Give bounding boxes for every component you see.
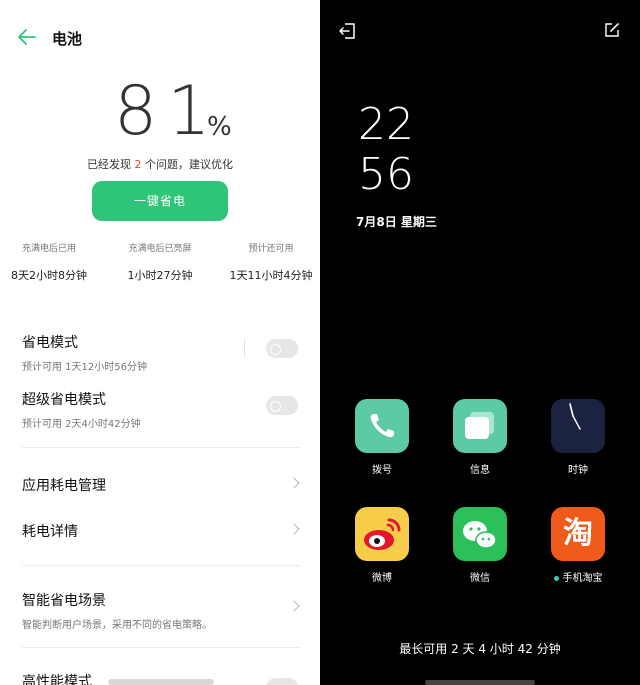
- divider: [22, 647, 300, 648]
- super-saving-toggle[interactable]: [266, 396, 298, 415]
- phone-icon: [355, 399, 409, 453]
- stat-screen-on: 充满电后已亮屏 1小时27分钟: [105, 241, 215, 283]
- power-saving-label: 省电模式: [22, 335, 78, 351]
- back-arrow-icon[interactable]: [17, 28, 37, 46]
- smart-scene-row[interactable]: 智能省电场景 智能判断用户场景，采用不同的省电策略。: [22, 590, 300, 631]
- stat-label: 充满电后已用: [21, 244, 76, 254]
- app-label: 微博: [372, 573, 392, 584]
- super-saving-launcher: 22 56 7月8日 星期三 拨号 信息 时钟 微博 微信 淘 手机淘宝 最长可…: [320, 0, 640, 685]
- super-saving-label: 超级省电模式: [22, 392, 106, 408]
- app-label-row: 手机淘宝: [543, 569, 613, 584]
- issue-suffix: 个问题，建议优化: [145, 158, 233, 171]
- stat-label: 预计还可用: [248, 244, 294, 254]
- battery-percentage: 81 %: [0, 72, 320, 152]
- app-label: 信息: [470, 465, 490, 476]
- super-saving-row[interactable]: 超级省电模式 预计可用 2天4小时42分钟: [22, 389, 300, 430]
- app-label: 拨号: [372, 465, 392, 476]
- battery-percent-symbol: %: [207, 112, 232, 142]
- smart-scene-desc: 智能判断用户场景，采用不同的省电策略。: [22, 620, 212, 631]
- stat-label: 充满电后已亮屏: [128, 244, 192, 254]
- stat-remaining: 预计还可用 1天11小时4分钟: [216, 241, 320, 283]
- page-title: 电池: [52, 30, 83, 48]
- app-usage-row[interactable]: 应用耗电管理: [22, 475, 300, 495]
- issue-summary: 已经发现 2 个问题，建议优化: [0, 156, 320, 172]
- taobao-icon: 淘: [551, 507, 605, 561]
- divider: [22, 447, 300, 448]
- clock-hour: 22: [358, 99, 414, 150]
- super-saving-estimate: 预计可用 2天4小时42分钟: [22, 419, 141, 430]
- clock-display: 22 56: [358, 100, 414, 200]
- weibo-icon: [355, 507, 409, 561]
- power-saving-toggle[interactable]: [266, 339, 298, 358]
- app-clock[interactable]: 时钟: [543, 399, 613, 476]
- app-phone[interactable]: 拨号: [347, 399, 417, 476]
- app-taobao[interactable]: 淘 手机淘宝: [543, 507, 613, 584]
- battery-settings-screen: 电池 81 % 已经发现 2 个问题，建议优化 一键省电 充满电后已用 8天2小…: [0, 0, 320, 685]
- row-separator: [244, 338, 245, 358]
- gesture-bar: [425, 680, 535, 685]
- battery-percent-value: 81: [114, 72, 221, 151]
- edit-icon[interactable]: [604, 22, 620, 38]
- app-usage-label: 应用耗电管理: [22, 478, 106, 494]
- stat-used-since-full: 充满电后已用 8天2小时8分钟: [0, 241, 104, 283]
- stat-value: 8天2小时8分钟: [11, 269, 87, 282]
- issue-prefix: 已经发现: [87, 158, 131, 171]
- stat-value: 1小时27分钟: [127, 269, 193, 282]
- app-wechat[interactable]: 微信: [445, 507, 515, 584]
- power-saving-estimate: 预计可用 1天12小时56分钟: [22, 362, 147, 373]
- issue-count: 2: [134, 158, 142, 171]
- longest-usage-text: 最长可用 2 天 4 小时 42 分钟: [399, 642, 561, 656]
- usage-detail-label: 耗电详情: [22, 524, 78, 540]
- wechat-icon: [453, 507, 507, 561]
- one-click-save-button[interactable]: 一键省电: [92, 181, 228, 221]
- exit-icon[interactable]: [338, 22, 356, 40]
- smart-scene-label: 智能省电场景: [22, 593, 106, 609]
- messages-icon: [453, 399, 507, 453]
- clock-minute: 56: [358, 149, 414, 200]
- app-messages[interactable]: 信息: [445, 399, 515, 476]
- app-weibo[interactable]: 微博: [347, 507, 417, 584]
- date-display: 7月8日 星期三: [356, 215, 437, 229]
- new-badge-dot: [553, 575, 559, 581]
- power-saving-row[interactable]: 省电模式 预计可用 1天12小时56分钟: [22, 332, 300, 373]
- clock-icon: [551, 399, 605, 453]
- app-label: 手机淘宝: [562, 573, 603, 584]
- divider: [22, 565, 300, 566]
- app-label: 微信: [470, 573, 490, 584]
- high-performance-toggle[interactable]: [266, 678, 298, 685]
- app-label: 时钟: [568, 465, 588, 476]
- stat-value: 1天11小时4分钟: [229, 269, 313, 282]
- usage-detail-row[interactable]: 耗电详情: [22, 521, 300, 541]
- taobao-glyph: 淘: [563, 516, 593, 551]
- gesture-bar: [108, 679, 214, 685]
